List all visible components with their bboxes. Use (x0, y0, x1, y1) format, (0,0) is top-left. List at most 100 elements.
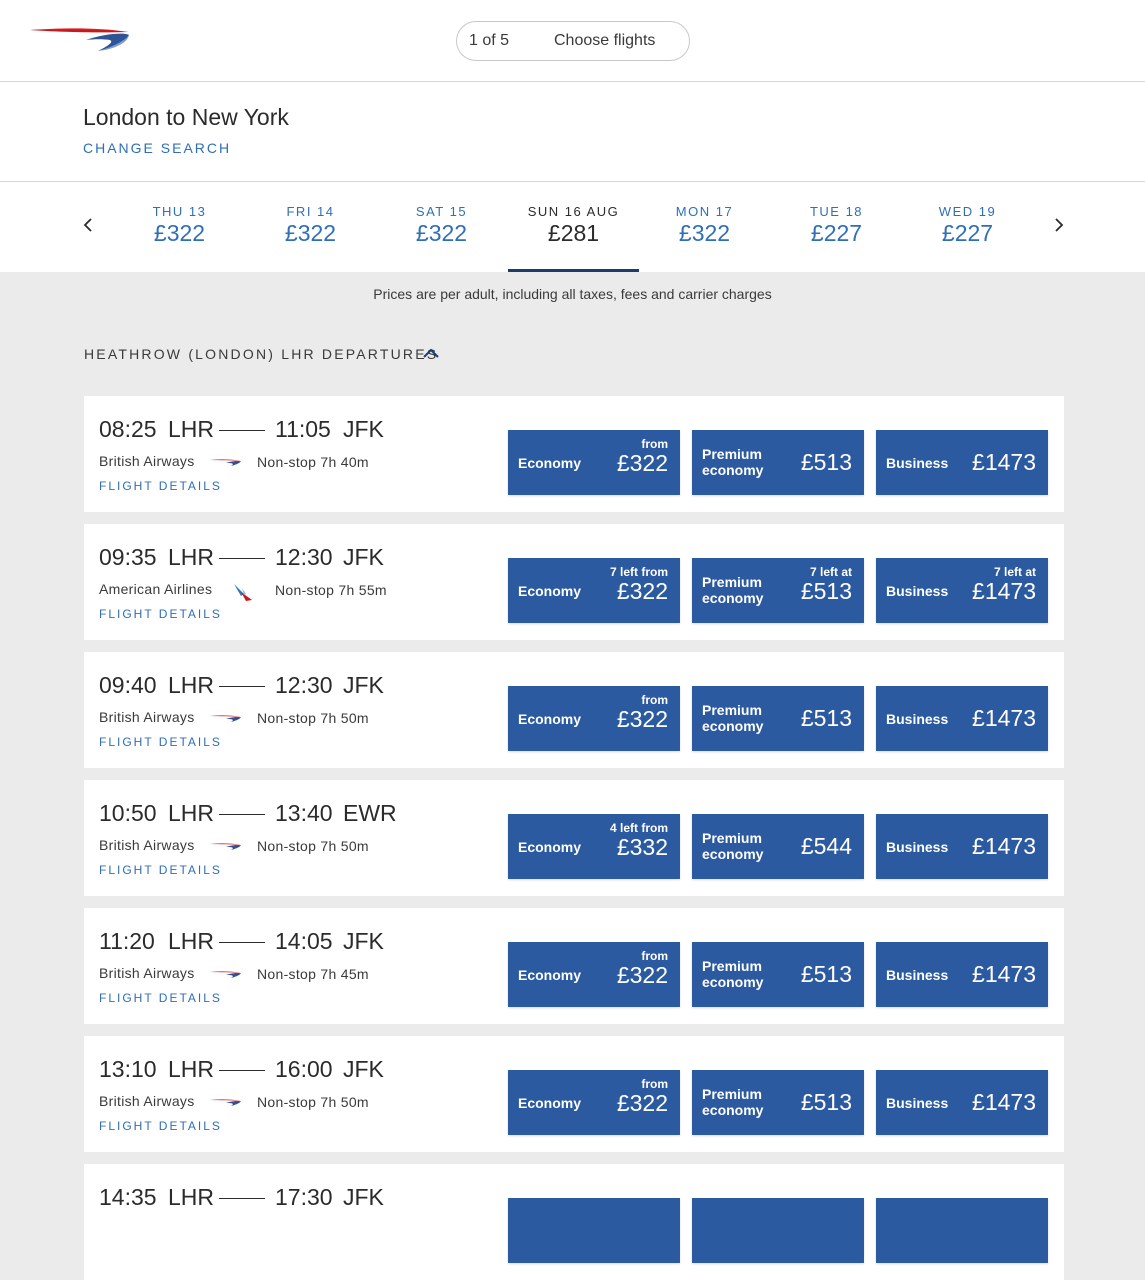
previous-dates-chevron-left-icon[interactable] (82, 216, 94, 234)
date-tab-day: THU 13 (152, 204, 207, 219)
departure-time: 10:50 (99, 800, 157, 826)
departures-heading[interactable]: HEATHROW (LONDON) LHR DEPARTURES (84, 346, 438, 362)
fare-cabin: Business (886, 711, 949, 727)
fare-button-premium-economy[interactable]: Premium economy 7 left at £513 (692, 558, 864, 623)
date-tab-fri-14[interactable]: FRI 14 £322 (245, 182, 376, 272)
flight-details-link[interactable]: FLIGHT DETAILS (99, 607, 222, 621)
fare-button-economy[interactable]: Economy from £322 (508, 1070, 680, 1135)
fare-button-premium-economy[interactable]: Premium economy £513 (692, 942, 864, 1007)
fare-cabin: Premium economy (702, 702, 764, 734)
fare-button-economy[interactable]: Economy from £322 (508, 430, 680, 495)
airline-name: British Airways (99, 709, 195, 725)
fare-button-premium-economy[interactable]: Premium economy £513 (692, 1070, 864, 1135)
fare-button-business[interactable]: Business £1473 (876, 430, 1048, 495)
fare-note: 4 left from (609, 821, 668, 835)
fare-button-premium-economy[interactable]: Premium economy £513 (692, 686, 864, 751)
fare-button-business[interactable]: Business £1473 (876, 814, 1048, 879)
british-airways-logo-icon (210, 1094, 242, 1112)
top-header: 1 of 5 Choose flights (0, 0, 1145, 82)
fare-cabin: Economy (518, 967, 582, 983)
date-tab-sun-16-selected[interactable]: SUN 16 AUG £281 (508, 182, 639, 272)
flight-times: 14:35 LHR 17:30 JFK (99, 1184, 399, 1212)
fare-button-business[interactable]: Business 7 left at £1473 (876, 558, 1048, 623)
date-tab-wed-19[interactable]: WED 19 £227 (902, 182, 1033, 272)
fare-price: £513 (800, 705, 852, 731)
fare-cabin: Business (886, 967, 949, 983)
fare-cabin: Business (886, 583, 949, 599)
change-search-link[interactable]: CHANGE SEARCH (83, 140, 231, 156)
fare-button-business[interactable] (876, 1198, 1048, 1263)
arrival-time: 16:00 (275, 1056, 333, 1082)
fare-price: £1473 (972, 1089, 1036, 1115)
date-tab-sat-15[interactable]: SAT 15 £322 (376, 182, 507, 272)
date-tab-day: SUN 16 AUG (527, 204, 620, 219)
date-tab-tue-18[interactable]: TUE 18 £227 (771, 182, 902, 272)
date-tab-mon-17[interactable]: MON 17 £322 (639, 182, 770, 272)
fare-button-premium-economy[interactable] (692, 1198, 864, 1263)
flight-times: 10:50 LHR 13:40 EWR (99, 800, 399, 828)
flight-card: 14:35 LHR 17:30 JFK (84, 1164, 1064, 1280)
flight-duration: Non-stop 7h 40m (257, 454, 369, 470)
british-airways-logo-icon (210, 454, 242, 472)
flight-details-link[interactable]: FLIGHT DETAILS (99, 735, 222, 749)
fare-button-economy[interactable]: Economy 4 left from £332 (508, 814, 680, 879)
flight-duration: Non-stop 7h 45m (257, 966, 369, 982)
fare-button-business[interactable]: Business £1473 (876, 942, 1048, 1007)
flight-card: 13:10 LHR 16:00 JFK British Airways Non-stop … (84, 1036, 1064, 1152)
arrival-airport: JFK (343, 1184, 384, 1210)
flight-details-link[interactable]: FLIGHT DETAILS (99, 479, 222, 493)
collapse-chevron-up-icon[interactable] (422, 347, 440, 359)
flight-duration: Non-stop 7h 50m (257, 838, 369, 854)
fare-price: £322 (616, 1090, 668, 1116)
departure-airport: LHR (168, 1056, 215, 1082)
fare-cabin: Premium economy (702, 830, 764, 862)
departure-time: 14:35 (99, 1184, 157, 1210)
flight-card: 11:20 LHR 14:05 JFK British Airways Non-stop … (84, 908, 1064, 1024)
fare-button-economy[interactable]: Economy 7 left from £322 (508, 558, 680, 623)
flight-card: 09:40 LHR 12:30 JFK British Airways Non-stop … (84, 652, 1064, 768)
route-line (219, 686, 265, 687)
fare-cabin: Economy (518, 583, 582, 599)
flight-duration: Non-stop 7h 50m (257, 1094, 369, 1110)
fare-button-economy[interactable]: Economy from £322 (508, 686, 680, 751)
fare-price: £513 (800, 1089, 852, 1115)
fare-price: £322 (616, 962, 668, 988)
fare-note: 7 left at (809, 565, 852, 579)
arrival-airport: JFK (343, 1056, 384, 1082)
arrival-airport: JFK (343, 672, 384, 698)
fare-button-economy[interactable] (508, 1198, 680, 1263)
arrival-time: 14:05 (275, 928, 333, 954)
fare-cabin: Business (886, 455, 949, 471)
next-dates-chevron-right-icon[interactable] (1053, 216, 1065, 234)
fare-cabin: Business (886, 1095, 949, 1111)
date-tab-day: MON 17 (675, 204, 734, 219)
flight-details-link[interactable]: FLIGHT DETAILS (99, 991, 222, 1005)
flight-duration: Non-stop 7h 50m (257, 710, 369, 726)
flight-details-link[interactable]: FLIGHT DETAILS (99, 863, 222, 877)
fare-button-economy[interactable]: Economy from £322 (508, 942, 680, 1007)
flight-times: 08:25 LHR 11:05 JFK (99, 416, 399, 444)
date-tab-price: £227 (941, 220, 994, 246)
departure-airport: LHR (168, 800, 215, 826)
date-selector: THU 13 £322 FRI 14 £322 SAT 15 £322 SUN … (0, 182, 1145, 272)
fare-button-business[interactable]: Business £1473 (876, 1070, 1048, 1135)
departure-airport: LHR (168, 672, 215, 698)
arrival-time: 12:30 (275, 672, 333, 698)
fare-cabin: Premium economy (702, 958, 764, 990)
british-airways-logo[interactable] (28, 22, 132, 56)
fare-note: from (641, 437, 668, 451)
flight-details-link[interactable]: FLIGHT DETAILS (99, 1119, 222, 1133)
flight-times: 09:40 LHR 12:30 JFK (99, 672, 399, 700)
arrival-time: 17:30 (275, 1184, 333, 1210)
fare-button-premium-economy[interactable]: Premium economy £513 (692, 430, 864, 495)
date-tab-price: £322 (415, 220, 468, 246)
date-tab-thu-13[interactable]: THU 13 £322 (114, 182, 245, 272)
fare-button-premium-economy[interactable]: Premium economy £544 (692, 814, 864, 879)
date-tab-price: £322 (284, 220, 337, 246)
departure-time: 08:25 (99, 416, 157, 442)
fare-price: £1473 (972, 705, 1036, 731)
flight-card: 10:50 LHR 13:40 EWR British Airways Non-stop … (84, 780, 1064, 896)
fare-cabin: Premium economy (702, 1086, 764, 1118)
fare-button-business[interactable]: Business £1473 (876, 686, 1048, 751)
route-line (219, 558, 265, 559)
